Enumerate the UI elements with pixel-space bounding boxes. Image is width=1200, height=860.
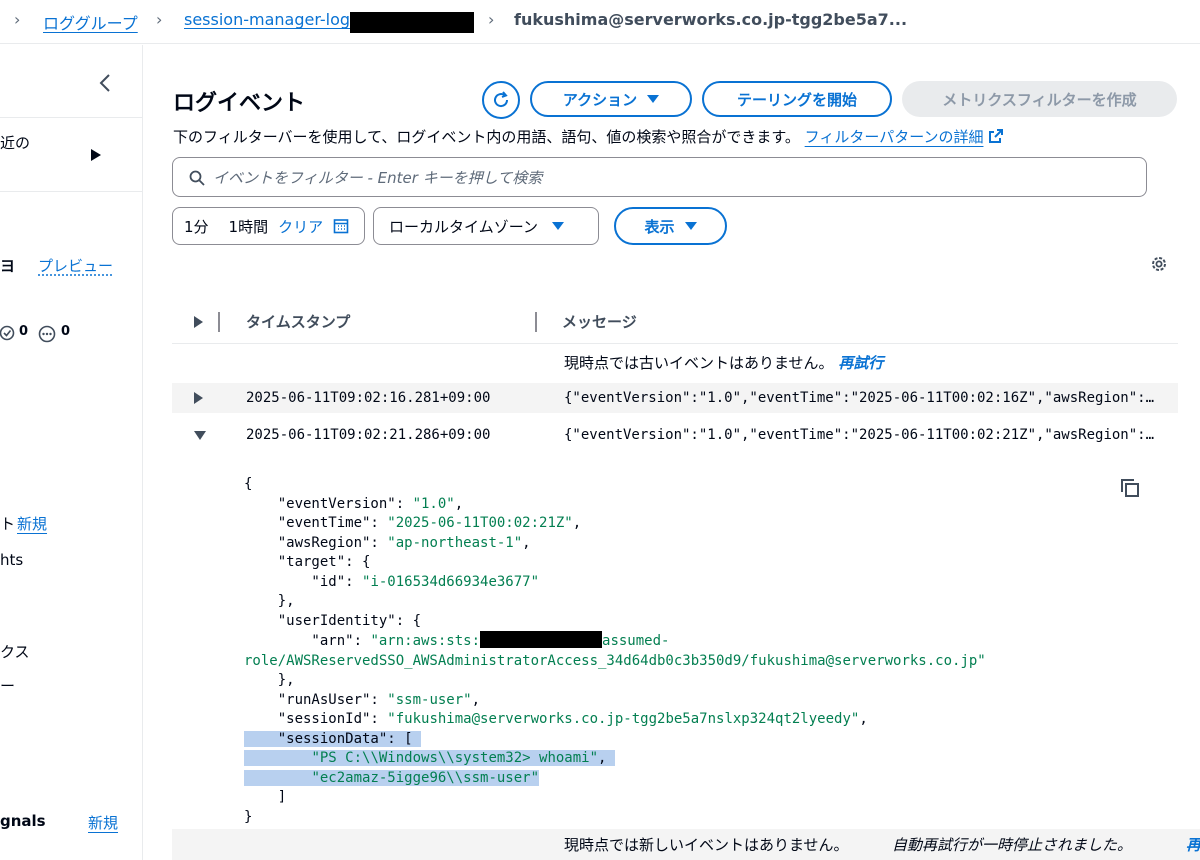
table-header: タイムスタンプ メッセージ <box>172 300 1178 344</box>
chevron-right-icon: › <box>14 10 21 29</box>
newer-events-bar: 現時点では新しいイベントはありません。 自動再試行が一時停止されました。 再 <box>172 829 1200 860</box>
new-badge-link[interactable]: 新規 <box>88 812 118 833</box>
older-events-text: 現時点では古いイベントはありません。 <box>564 354 834 372</box>
row-message: {"eventVersion":"1.0","eventTime":"2025-… <box>564 390 1158 406</box>
json-detail: { "eventVersion": "1.0", "eventTime": "2… <box>244 476 986 825</box>
column-header-timestamp[interactable]: タイムスタンプ <box>246 311 350 332</box>
description: 下のフィルターバーを使用して、ログイベント内の用語、語句、値の検索や照合ができま… <box>173 126 1004 147</box>
chevron-right-icon: › <box>488 10 495 29</box>
settings-gear-icon[interactable] <box>1149 254 1169 274</box>
time-1min-option[interactable]: 1分 <box>184 216 209 237</box>
log-events-panel: ログイベント アクション テーリングを開始 メトリクスフィルターを作成 下のフィ… <box>144 45 1200 860</box>
column-header-message[interactable]: メッセージ <box>562 311 637 332</box>
redaction-block <box>350 12 474 33</box>
breadcrumb-current-stream: fukushima@serverworks.co.jp-tgg2be5a7... <box>514 10 908 29</box>
nav-partial-label[interactable]: gnals <box>0 812 46 830</box>
divider <box>0 191 142 192</box>
actions-dropdown-button[interactable]: アクション <box>530 81 692 117</box>
nav-partial-label: ヨ <box>0 257 16 275</box>
caret-down-icon <box>551 222 564 230</box>
timezone-label: ローカルタイムゾーン <box>389 217 538 236</box>
nav-partial-label: 近の <box>0 134 31 152</box>
resume-link[interactable]: 再 <box>1186 834 1200 855</box>
older-events-status: 現時点では古いイベントはありません。 再試行 <box>564 352 883 373</box>
row-timestamp: 2025-06-11T09:02:16.281+09:00 <box>246 390 491 406</box>
caret-down-icon <box>684 222 697 230</box>
retry-link[interactable]: 再試行 <box>838 354 883 372</box>
breadcrumb-log-groups-link[interactable]: ロググループ <box>43 10 138 34</box>
nav-partial-label[interactable]: hts <box>0 551 23 569</box>
ok-count: 0 <box>19 324 29 339</box>
search-placeholder: イベントをフィルター - Enter キーを押して検索 <box>213 168 543 187</box>
redaction-block <box>480 631 603 648</box>
more-circle-icon <box>38 325 56 343</box>
nav-partial-label[interactable]: クス <box>0 641 30 662</box>
breadcrumb-log-group-link[interactable]: session-manager-log- <box>184 10 356 29</box>
json-value: assumed- <box>602 633 670 649</box>
display-dropdown-button[interactable]: 表示 <box>614 207 727 245</box>
expand-all-icon[interactable] <box>194 316 203 328</box>
row-timestamp: 2025-06-11T09:02:21.286+09:00 <box>246 427 491 443</box>
side-navigation: 近の ヨ プレビュー 0 0 ト 新規 hts クス ー gnals 新規 <box>0 45 143 860</box>
json-value: "ssm-user" <box>387 691 472 708</box>
json-value: "PS C:\\Windows\\system32> whoami" <box>311 750 599 766</box>
table-row-expanded[interactable]: 2025-06-11T09:02:21.286+09:00 {"eventVer… <box>172 420 1178 450</box>
json-value: "ap-northeast-1" <box>387 534 523 551</box>
page-title: ログイベント <box>173 91 306 116</box>
json-value: role/AWSReservedSSO_AWSAdministratorAcce… <box>244 652 986 669</box>
json-value: "ec2amaz-5igge96\\ssm-user" <box>311 769 540 786</box>
json-value: "1.0" <box>412 495 455 512</box>
expand-row-icon[interactable] <box>194 392 203 404</box>
table-row[interactable]: 2025-06-11T09:02:16.281+09:00 {"eventVer… <box>172 383 1178 413</box>
filter-pattern-link[interactable]: フィルターパターンの詳細 <box>805 128 984 146</box>
breadcrumb: › ロググループ › session-manager-log- › fukush… <box>0 0 1200 44</box>
divider <box>0 117 142 118</box>
newer-events-text: 現時点では新しいイベントはありません。 <box>564 836 849 854</box>
actions-label: アクション <box>562 90 638 109</box>
collapse-chevron-icon[interactable] <box>98 73 112 93</box>
json-brace: { <box>244 476 253 492</box>
nav-partial-label: ト <box>0 515 16 533</box>
pending-count: 0 <box>61 324 71 339</box>
json-value: "fukushima@serverworks.co.jp-tgg2be5a7ns… <box>387 711 860 727</box>
preview-link[interactable]: プレビュー <box>38 255 113 276</box>
nav-partial-label: ー <box>0 677 16 695</box>
chevron-right-icon: › <box>156 10 163 29</box>
caret-right-icon[interactable] <box>90 148 102 162</box>
timezone-select[interactable]: ローカルタイムゾーン <box>373 207 599 245</box>
display-label: 表示 <box>644 217 675 236</box>
refresh-button[interactable] <box>482 81 520 119</box>
json-value: "2025-06-11T00:02:21Z" <box>387 515 573 531</box>
json-value: "arn:aws:sts: <box>370 633 481 649</box>
row-message: {"eventVersion":"1.0","eventTime":"2025-… <box>564 427 1158 443</box>
collapse-row-icon[interactable] <box>194 431 206 440</box>
start-tailing-button[interactable]: テーリングを開始 <box>702 81 892 117</box>
column-divider[interactable] <box>535 312 537 332</box>
json-value: "i-016534d66934e3677" <box>362 573 540 590</box>
calendar-icon[interactable] <box>333 218 349 234</box>
copy-icon[interactable] <box>1119 477 1141 499</box>
time-range-selector: 1分 1時間 クリア <box>172 207 365 245</box>
search-icon <box>189 170 205 186</box>
time-1hour-option[interactable]: 1時間 <box>229 216 269 237</box>
search-input[interactable]: イベントをフィルター - Enter キーを押して検索 <box>172 157 1147 197</box>
refresh-icon <box>494 91 509 108</box>
check-circle-icon <box>0 325 15 341</box>
description-text: 下のフィルターバーを使用して、ログイベント内の用語、語句、値の検索や照合ができま… <box>173 128 800 146</box>
auto-retry-paused-text: 自動再試行が一時停止されました。 <box>892 836 1133 854</box>
column-divider <box>218 312 220 332</box>
caret-down-icon <box>647 95 660 103</box>
external-link-icon[interactable] <box>988 128 1004 144</box>
time-clear-button[interactable]: クリア <box>278 216 323 237</box>
new-badge-link[interactable]: 新規 <box>17 513 47 534</box>
create-metric-filter-button: メトリクスフィルターを作成 <box>902 81 1177 117</box>
